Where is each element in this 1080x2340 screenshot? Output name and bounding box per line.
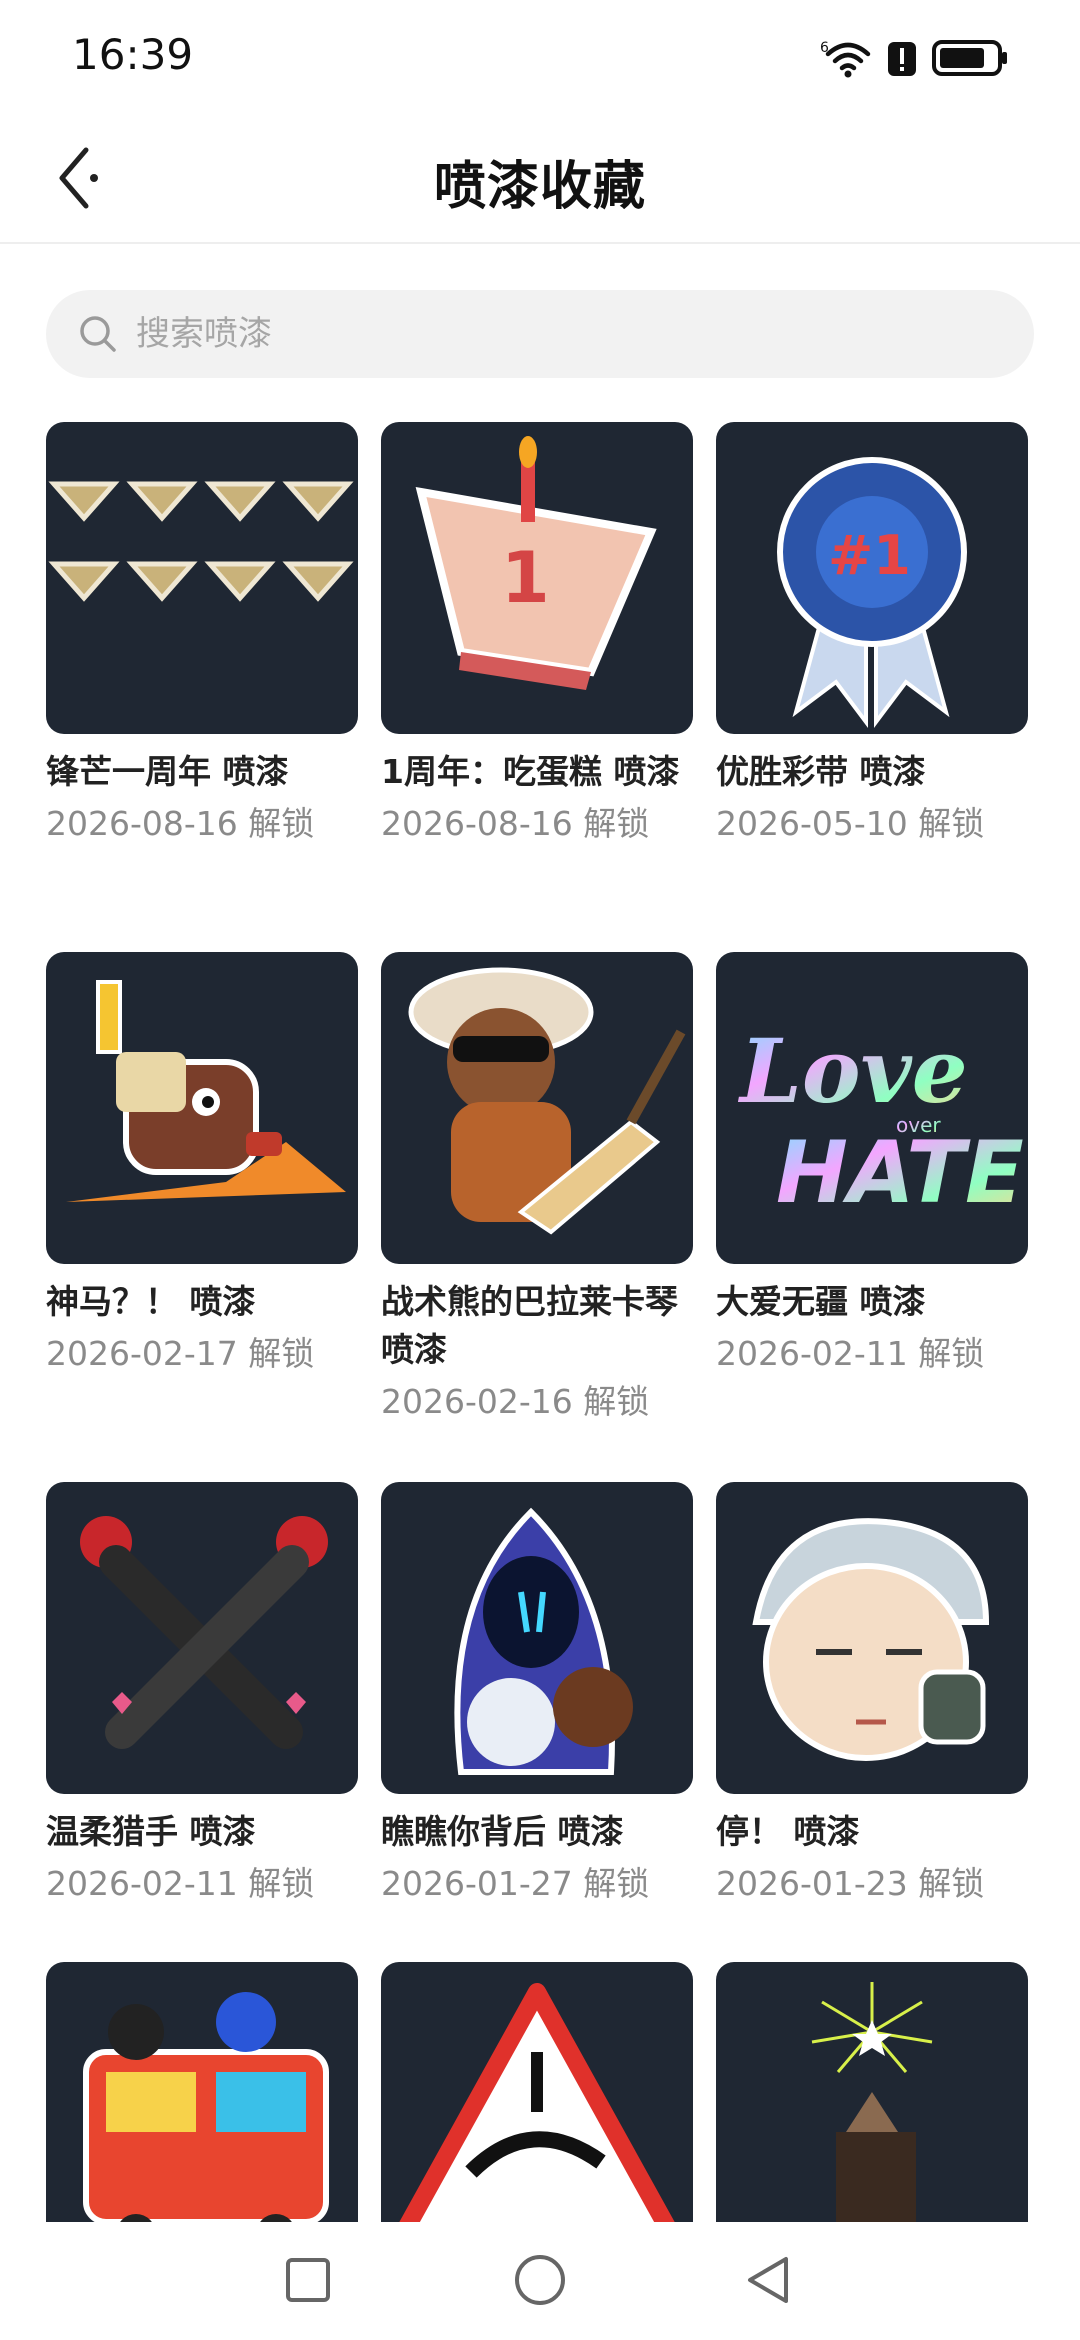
spray-title: 大爱无疆 喷漆 — [716, 1282, 926, 1321]
page-title: 喷漆收藏 — [433, 157, 646, 217]
spray-card[interactable]: 温柔猎手 喷漆 2026-02-11 解锁 — [46, 1482, 358, 1908]
status-icons: 6 — [820, 38, 1010, 82]
spray-title: 神马？！ 喷漆 — [46, 1282, 256, 1321]
spray-thumbnail — [46, 952, 358, 1264]
spray-date: 2026-01-27 解锁 — [381, 1864, 650, 1903]
spray-card[interactable]: 1 1周年：吃蛋糕 喷漆 2026-08-16 解锁 — [381, 422, 693, 848]
spray-title: 战术熊的巴拉莱卡琴 喷漆 — [381, 1282, 678, 1369]
search-input[interactable] — [134, 313, 998, 355]
wifi-icon: 6 — [820, 38, 872, 82]
spray-title: 瞧瞧你背后 喷漆 — [381, 1812, 624, 1851]
spray-date: 2026-02-17 解锁 — [46, 1334, 315, 1373]
svg-text:HATE: HATE — [776, 1123, 1024, 1223]
spray-card[interactable]: Love over HATE 大爱无疆 喷漆 2026-02-11 解锁 — [716, 952, 1028, 1378]
spray-thumbnail — [381, 952, 693, 1264]
spray-title: 温柔猎手 喷漆 — [46, 1812, 256, 1851]
battery-icon — [932, 38, 1010, 82]
home-icon — [513, 2253, 567, 2311]
spray-title: 优胜彩带 喷漆 — [716, 752, 926, 791]
spray-date: 2026-02-11 解锁 — [46, 1864, 315, 1903]
spray-title: 锋芒一周年 喷漆 — [46, 752, 289, 791]
home-button[interactable] — [510, 2252, 570, 2312]
spray-title: 停！ 喷漆 — [716, 1812, 860, 1851]
spray-card[interactable]: 神马？！ 喷漆 2026-02-17 解锁 — [46, 952, 358, 1378]
recent-apps-button[interactable] — [278, 2252, 338, 2312]
spray-card[interactable]: 瞧瞧你背后 喷漆 2026-01-27 解锁 — [381, 1482, 693, 1908]
system-nav-bar — [0, 2222, 1080, 2340]
spray-date: 2026-02-16 解锁 — [381, 1382, 650, 1421]
spray-card[interactable]: 战术熊的巴拉莱卡琴 喷漆 2026-02-16 解锁 — [381, 952, 693, 1426]
svg-text:Love: Love — [737, 1019, 968, 1123]
recent-apps-icon — [284, 2256, 332, 2308]
spray-card[interactable]: 锋芒一周年 喷漆 2026-08-16 解锁 — [46, 422, 358, 848]
svg-text:#1: #1 — [828, 524, 911, 587]
spray-thumbnail — [46, 422, 358, 734]
spray-title: 1周年：吃蛋糕 喷漆 — [381, 752, 680, 791]
spray-thumbnail: Love over HATE — [716, 952, 1028, 1264]
spray-date: 2026-01-23 解锁 — [716, 1864, 985, 1903]
spray-thumbnail — [46, 1482, 358, 1794]
spray-date: 2026-05-10 解锁 — [716, 804, 985, 843]
back-icon — [742, 2253, 794, 2311]
spray-date: 2026-08-16 解锁 — [46, 804, 315, 843]
spray-thumbnail: 1 — [381, 422, 693, 734]
spray-thumbnail — [381, 1482, 693, 1794]
spray-thumbnail: #1 — [716, 422, 1028, 734]
spray-card[interactable]: #1 优胜彩带 喷漆 2026-05-10 解锁 — [716, 422, 1028, 848]
back-nav-button[interactable] — [738, 2252, 798, 2312]
search-bar[interactable] — [46, 290, 1034, 378]
status-time: 16:39 — [72, 30, 194, 79]
alert-icon — [886, 38, 918, 82]
status-bar: 16:39 6 — [0, 0, 1080, 120]
spray-thumbnail — [716, 1482, 1028, 1794]
spray-date: 2026-08-16 解锁 — [381, 804, 650, 843]
header-divider — [0, 242, 1080, 244]
spray-card[interactable]: 停！ 喷漆 2026-01-23 解锁 — [716, 1482, 1028, 1908]
search-icon — [74, 310, 122, 358]
svg-text:1: 1 — [501, 537, 550, 619]
header: 喷漆收藏 — [0, 120, 1080, 242]
spray-date: 2026-02-11 解锁 — [716, 1334, 985, 1373]
